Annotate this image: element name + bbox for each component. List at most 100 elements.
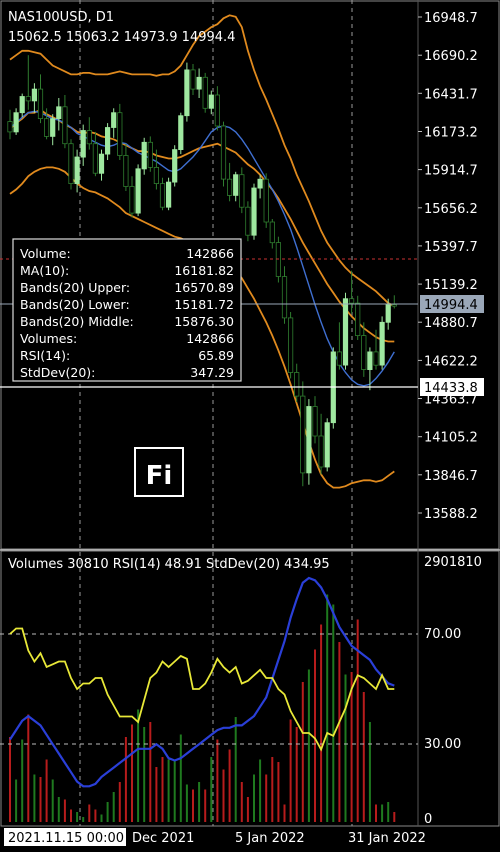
symbol-title: NAS100USD, D1 <box>8 10 114 25</box>
candle-body[interactable] <box>202 76 208 109</box>
trading-chart[interactable]: 16948.7 16690.2 16431.7 16173.2 15914.7 15656… <box>0 0 500 852</box>
price-tick-label: 13846.7 <box>424 469 478 484</box>
candle-body[interactable] <box>111 112 117 128</box>
subwindow-max-label: 2901810 <box>424 555 482 570</box>
price-tick-label: 15914.7 <box>424 164 478 179</box>
rsi-70-label: 70.00 <box>424 627 461 642</box>
candle-body[interactable] <box>355 302 361 337</box>
candle-body[interactable] <box>178 115 184 150</box>
candle-body[interactable] <box>245 206 251 236</box>
time-label-0: 2021.11.15 00:00 <box>8 831 124 846</box>
candle-body[interactable] <box>208 94 214 109</box>
price-tick-label: 15656.2 <box>424 202 478 217</box>
candle-body[interactable] <box>80 130 86 158</box>
candle-body[interactable] <box>342 298 349 366</box>
candle-body[interactable] <box>129 186 135 214</box>
candle-body[interactable] <box>165 181 172 208</box>
data-window-value: 16181.82 <box>174 263 234 278</box>
candle-body[interactable] <box>306 406 312 474</box>
candle-body[interactable] <box>153 166 159 184</box>
data-window-label: MA(10): <box>20 263 69 278</box>
current-price-label: 14994.4 <box>424 298 478 313</box>
candle-body[interactable] <box>86 130 92 145</box>
candle-body[interactable] <box>281 276 288 319</box>
candle-body[interactable] <box>196 76 202 90</box>
candle-body[interactable] <box>7 121 13 133</box>
candle-body[interactable] <box>263 178 269 223</box>
candle-body[interactable] <box>50 118 56 137</box>
ohlc-values: 15062.5 15063.2 14973.9 14994.4 <box>8 30 235 45</box>
candle-body[interactable] <box>13 112 19 133</box>
candle-body[interactable] <box>239 174 245 208</box>
data-window-value: 16570.89 <box>174 280 234 295</box>
candle-body[interactable] <box>318 435 324 468</box>
data-window-label: Bands(20) Upper: <box>20 280 130 295</box>
data-window-label: Bands(20) Lower: <box>20 297 130 312</box>
price-tick-label: 15139.2 <box>424 278 478 293</box>
candle-body[interactable] <box>373 351 379 366</box>
price-tick-label: 16690.2 <box>424 49 478 64</box>
candle-body[interactable] <box>287 317 294 373</box>
candle-body[interactable] <box>68 143 74 184</box>
candle-body[interactable] <box>220 125 227 180</box>
candle-body[interactable] <box>361 335 367 370</box>
fi-logo: Fi <box>134 447 184 497</box>
data-window-label: Bands(20) Middle: <box>20 314 134 329</box>
candle-body[interactable] <box>312 406 318 437</box>
price-tick-label: 16948.7 <box>424 11 478 26</box>
candle-body[interactable] <box>172 149 178 183</box>
candle-body[interactable] <box>348 298 355 304</box>
candle-body[interactable] <box>385 304 391 323</box>
price-tick-label: 13588.2 <box>424 507 478 522</box>
candle-body[interactable] <box>379 321 385 366</box>
candle-body[interactable] <box>336 351 343 366</box>
candle-body[interactable] <box>105 127 111 155</box>
candle-body[interactable] <box>391 304 397 307</box>
candle-body[interactable] <box>117 112 123 156</box>
candle-body[interactable] <box>294 372 300 397</box>
price-tick-label: 14880.7 <box>424 316 478 331</box>
candle-body[interactable] <box>257 178 263 189</box>
candle-body[interactable] <box>159 183 166 208</box>
candle-body[interactable] <box>251 187 257 236</box>
data-window-label: RSI(14): <box>20 348 70 363</box>
data-window-value: 15181.72 <box>174 297 234 312</box>
candle-body[interactable] <box>92 143 98 174</box>
candle-body[interactable] <box>275 242 282 277</box>
candle-body[interactable] <box>226 178 233 196</box>
candle-body[interactable] <box>19 96 25 114</box>
candle-body[interactable] <box>269 221 275 244</box>
candle-body[interactable] <box>367 351 373 370</box>
data-window-value: 65.89 <box>198 348 234 363</box>
candle-body[interactable] <box>324 422 330 468</box>
candle-body[interactable] <box>135 168 141 214</box>
candle-body[interactable] <box>123 155 129 187</box>
candle-body[interactable] <box>44 118 50 137</box>
candle-body[interactable] <box>98 153 105 174</box>
price-tick-label: 16173.2 <box>424 126 478 141</box>
candle-body[interactable] <box>214 94 220 127</box>
candle-body[interactable] <box>62 106 68 145</box>
candle-body[interactable] <box>184 69 190 117</box>
candle-body[interactable] <box>37 88 44 119</box>
candle-body[interactable] <box>141 141 147 170</box>
data-window-label: Volume: <box>20 246 71 261</box>
time-label-2: 5 Jan 2022 <box>235 831 305 846</box>
candle-body[interactable] <box>31 88 38 102</box>
candle-body[interactable] <box>147 141 153 168</box>
data-window-label: StdDev(20): <box>20 365 95 380</box>
candle-body[interactable] <box>74 156 80 185</box>
price-tick-label: 15397.7 <box>424 240 478 255</box>
candle-body[interactable] <box>25 96 31 102</box>
price-tick-label: 16431.7 <box>424 87 478 102</box>
candle-body[interactable] <box>56 106 62 120</box>
subwindow-title: Volumes 30810 RSI(14) 48.91 StdDev(20) 4… <box>8 557 330 572</box>
crosshair-price-label: 14433.8 <box>424 381 478 396</box>
subwindow-zero-label: 0 <box>424 812 432 827</box>
candle-body[interactable] <box>233 174 239 196</box>
data-window: Volume: 142866 MA(10): 16181.82 Bands(20) Up… <box>12 238 242 382</box>
candle-body[interactable] <box>190 69 196 90</box>
time-label-1: Dec 2021 <box>132 831 194 846</box>
price-tick-label: 14105.2 <box>424 431 478 446</box>
candle-body[interactable] <box>300 395 306 474</box>
